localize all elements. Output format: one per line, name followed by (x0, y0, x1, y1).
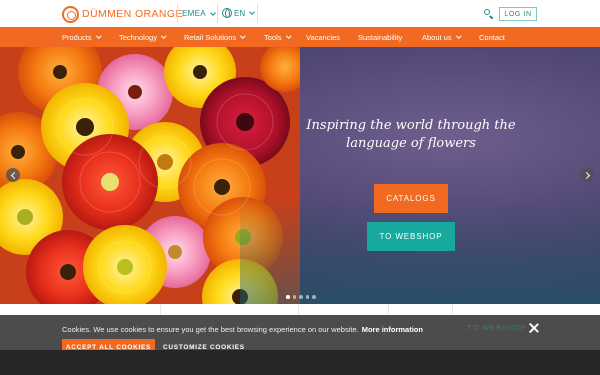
search-button[interactable] (483, 8, 495, 20)
header-divider (257, 4, 258, 23)
chevron-down-icon (210, 9, 216, 16)
nav-item-tools[interactable]: Tools (264, 27, 291, 47)
carousel-dot[interactable] (286, 295, 290, 299)
header-divider (177, 4, 178, 23)
chevron-down-icon (161, 33, 167, 39)
nav-item-sustainability[interactable]: Sustainability (358, 27, 402, 47)
webshop-link-behind-banner: TO WEBSHOP (467, 323, 527, 332)
language-selector[interactable]: EN (222, 8, 255, 18)
close-icon[interactable] (529, 323, 539, 333)
gerbera-flowers-image (0, 47, 300, 304)
carousel-next-arrow-icon[interactable] (580, 168, 594, 182)
nav-item-retail-solutions[interactable]: Retail Solutions (184, 27, 246, 47)
chevron-down-icon (249, 9, 255, 15)
carousel-dot[interactable] (299, 295, 303, 299)
chevron-down-icon (95, 33, 101, 39)
logo-text: DÜMMEN ORANGE (82, 8, 183, 20)
more-information-link[interactable]: More information (362, 325, 423, 334)
footer-bar (0, 350, 600, 375)
hero-title: Inspiring the world through the language… (306, 118, 516, 151)
nav-item-products[interactable]: Products (62, 27, 101, 47)
logo-mark-icon (62, 5, 79, 23)
nav-item-about-us[interactable]: About us (422, 27, 461, 47)
catalogs-button[interactable]: CATALOGS (374, 184, 448, 213)
cookie-message: Cookies. We use cookies to ensure you ge… (62, 325, 423, 334)
header-divider (217, 4, 218, 23)
chevron-down-icon (455, 33, 461, 39)
chevron-down-icon (240, 33, 246, 39)
search-icon (484, 9, 490, 15)
region-selector[interactable]: EMEA (182, 9, 216, 18)
nav-item-contact[interactable]: Contact (479, 27, 505, 47)
top-header: DÜMMEN ORANGE EMEA EN LOG IN (0, 0, 600, 27)
logo[interactable]: DÜMMEN ORANGE (62, 5, 183, 23)
webshop-button[interactable]: TO WEBSHOP (367, 222, 455, 251)
carousel-dot[interactable] (312, 295, 316, 299)
region-label: EMEA (182, 9, 206, 18)
main-nav: Products Technology Retail Solutions Too… (0, 27, 600, 47)
carousel-dot[interactable] (292, 295, 296, 299)
carousel-prev-arrow-icon[interactable] (6, 168, 20, 182)
nav-item-technology[interactable]: Technology (119, 27, 167, 47)
carousel-dot[interactable] (305, 295, 309, 299)
globe-icon (222, 8, 232, 18)
language-label: EN (234, 8, 246, 18)
chevron-down-icon (285, 33, 291, 39)
carousel-dots (286, 295, 316, 299)
nav-item-vacancies[interactable]: Vacancies (306, 27, 340, 47)
hero-carousel: Inspiring the world through the language… (0, 47, 600, 304)
login-button[interactable]: LOG IN (499, 7, 537, 21)
